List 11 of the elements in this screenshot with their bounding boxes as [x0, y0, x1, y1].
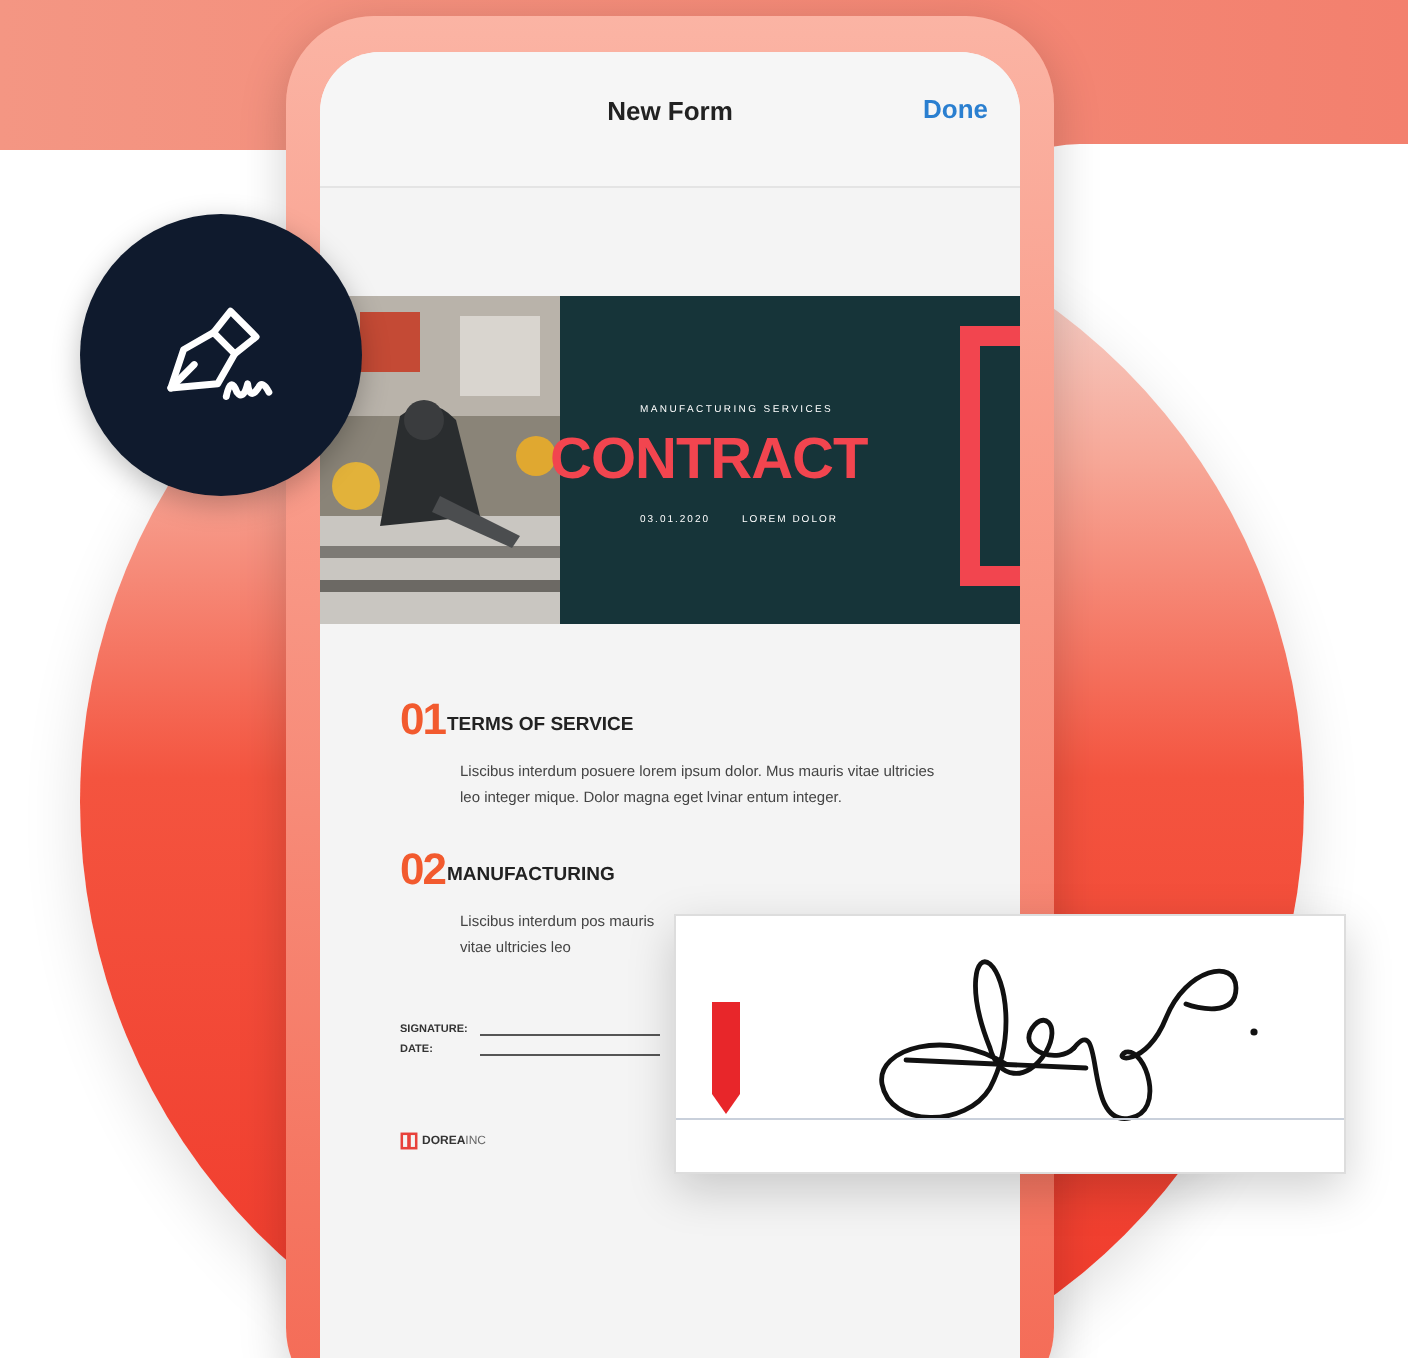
section-number: 01 [400, 700, 445, 740]
logo-icon [400, 1132, 418, 1150]
fill-in-line[interactable] [480, 1032, 660, 1036]
contract-title: CONTRACT [550, 427, 870, 493]
bookmark-icon [712, 1002, 740, 1114]
fill-in-line[interactable] [480, 1052, 660, 1056]
section-heading: TERMS OF SERVICE [446, 714, 634, 736]
done-button[interactable]: Done [919, 90, 992, 128]
screen-title: New Form [607, 96, 733, 126]
section-number: 02 [400, 850, 445, 890]
section-heading: MANUFACTURING [446, 864, 615, 886]
